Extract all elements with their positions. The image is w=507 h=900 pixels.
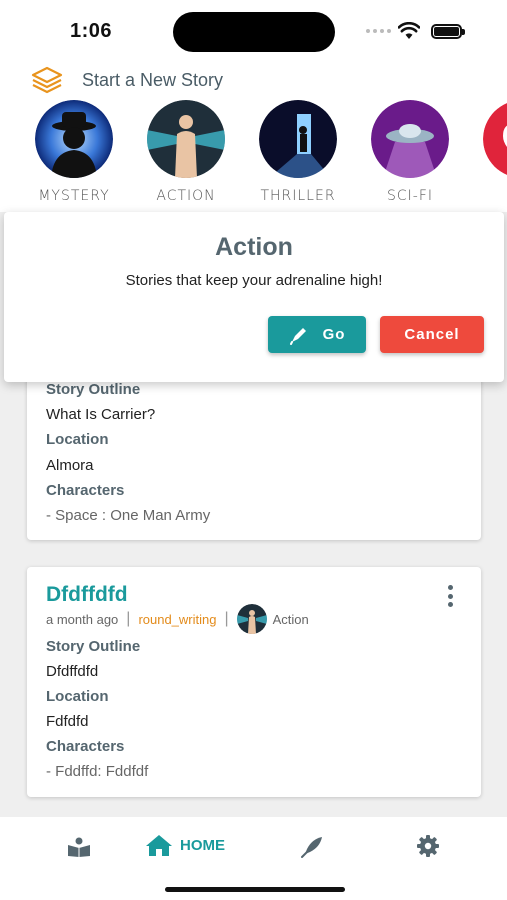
meta-divider: | <box>126 610 131 627</box>
thriller-genre-icon <box>259 100 337 178</box>
story-outline-label: Story Outline <box>46 381 141 398</box>
cancel-button-label: Cancel <box>404 326 460 343</box>
mystery-genre-icon <box>35 100 113 178</box>
characters-label: Characters <box>46 482 125 499</box>
quill-pen-icon <box>301 837 322 858</box>
story-genre: Action <box>272 611 309 627</box>
battery-icon <box>431 24 465 39</box>
genre-label: SCI-FI <box>386 188 434 200</box>
genre-avatar-icon <box>236 604 267 634</box>
tab-settings[interactable] <box>416 834 440 858</box>
meta-divider: | <box>224 610 229 627</box>
tab-home[interactable]: HOME <box>144 833 225 857</box>
start-new-story-row[interactable]: Start a New Story <box>30 65 223 95</box>
location-value: Almora <box>46 457 94 474</box>
genre-label: RO <box>466 188 507 200</box>
dialog-message: Stories that keep your adrenaline high! <box>125 272 383 289</box>
bottom-tab-bar: HOME <box>0 817 507 900</box>
characters-label: Characters <box>46 738 125 755</box>
scifi-genre-icon <box>371 100 449 178</box>
wifi-icon <box>398 22 420 39</box>
status-bar: 1:06 <box>0 0 507 62</box>
genre-item-romance[interactable]: RO <box>466 100 507 200</box>
dynamic-island <box>173 12 335 52</box>
pen-icon <box>289 327 306 345</box>
tab-write[interactable] <box>300 835 324 859</box>
location-label: Location <box>46 688 109 705</box>
dialog-title: Action <box>215 233 293 261</box>
story-title[interactable]: Dfdffdfd <box>46 583 128 607</box>
characters-value: - Space : One Man Army <box>46 507 211 524</box>
genre-item-scifi[interactable]: SCI-FI <box>354 100 466 200</box>
story-outline-value: What Is Carrier? <box>46 406 156 423</box>
cellular-signal-icon <box>366 29 391 33</box>
home-icon <box>146 835 172 856</box>
genre-dialog: Action Stories that keep your adrenaline… <box>4 212 504 382</box>
go-button-label: Go <box>322 326 346 343</box>
story-outline-label: Story Outline <box>46 638 141 655</box>
romance-genre-icon <box>483 100 507 178</box>
genre-item-mystery[interactable]: MYSTERY <box>18 100 130 200</box>
story-outline-value: Dfdffdfd <box>46 663 99 680</box>
story-meta: a month ago | round_writing | Action <box>46 604 309 634</box>
start-new-story-label: Start a New Story <box>82 69 224 90</box>
go-button[interactable]: Go <box>268 316 366 353</box>
status-time: 1:06 <box>70 20 113 42</box>
genre-label: THRILLER <box>260 188 336 200</box>
story-card[interactable]: Dfdffdfd a month ago | round_writing | A… <box>27 567 481 797</box>
gear-icon <box>417 835 439 857</box>
layers-icon <box>31 66 63 94</box>
genre-item-thriller[interactable]: THRILLER <box>242 100 354 200</box>
top-section: Start a New Story MYSTERY ACTION THRILLE… <box>0 62 507 212</box>
home-indicator <box>165 887 345 892</box>
genre-label: ACTION <box>156 188 216 200</box>
story-time-ago: a month ago <box>46 611 119 627</box>
story-mode-tag: round_writing <box>138 611 217 627</box>
tab-library[interactable] <box>67 837 91 857</box>
characters-value: - Fddffd: Fddfdf <box>46 763 149 780</box>
cancel-button[interactable]: Cancel <box>380 316 484 353</box>
location-label: Location <box>46 431 109 448</box>
more-options-icon[interactable] <box>447 585 453 607</box>
tab-home-label: HOME <box>180 836 225 854</box>
book-reader-icon <box>68 837 90 857</box>
genre-label: MYSTERY <box>38 188 110 200</box>
location-value: Fdfdfd <box>46 713 89 730</box>
genre-carousel[interactable]: MYSTERY ACTION THRILLER SCI-FI <box>0 100 507 200</box>
action-genre-icon <box>147 100 225 178</box>
genre-item-action[interactable]: ACTION <box>130 100 242 200</box>
